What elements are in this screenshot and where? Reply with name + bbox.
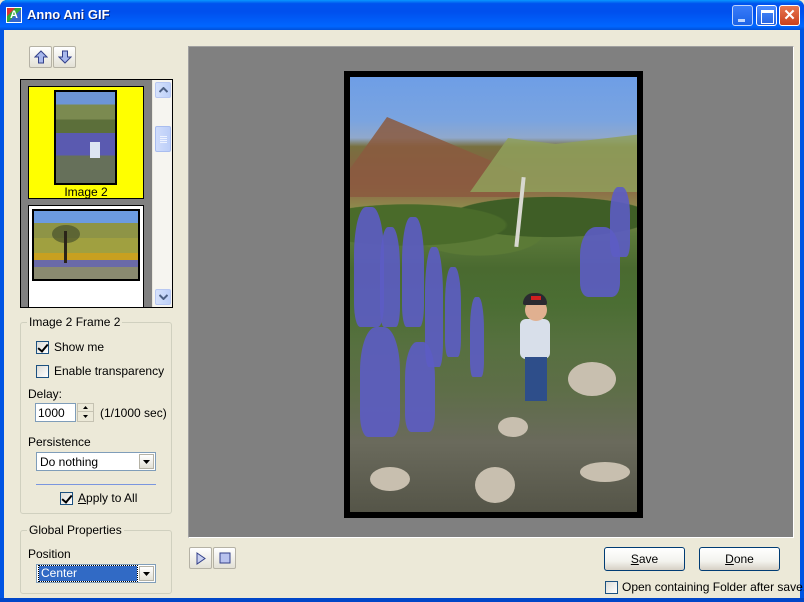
delay-increment-button[interactable] <box>78 404 93 412</box>
arrow-down-icon <box>58 50 72 64</box>
global-group-title: Global Properties <box>27 523 124 537</box>
frame-thumbnail-list[interactable]: Image 2 <box>20 79 173 308</box>
spin-down-icon <box>83 415 88 418</box>
global-properties-group: Global Properties <box>20 523 172 594</box>
delay-decrement-button[interactable] <box>78 413 93 421</box>
delay-unit-label: (1/1000 sec) <box>100 406 167 420</box>
dropdown-arrow-icon <box>143 460 150 464</box>
move-frame-down-button[interactable] <box>53 46 76 68</box>
persistence-value: Do nothing <box>40 455 99 469</box>
position-select[interactable]: Center <box>36 564 156 583</box>
dropdown-arrow-icon <box>143 572 150 576</box>
enable-transparency-label[interactable]: Enable transparency <box>54 364 164 378</box>
thumbnail-scrollbar[interactable] <box>152 80 172 307</box>
close-icon: ✕ <box>783 7 796 24</box>
chevron-up-icon <box>159 87 168 93</box>
app-icon[interactable]: A <box>6 7 22 23</box>
preview-image <box>350 77 637 512</box>
play-button[interactable] <box>189 547 212 569</box>
position-label: Position <box>28 547 71 561</box>
enable-transparency-checkbox[interactable] <box>36 365 49 378</box>
apply-to-all-checkbox[interactable] <box>60 492 73 505</box>
stop-icon <box>219 552 231 564</box>
frame-group-title: Image 2 Frame 2 <box>27 315 123 329</box>
maximize-button[interactable] <box>756 5 777 26</box>
open-folder-checkbox[interactable] <box>605 581 618 594</box>
title-bar[interactable]: A Anno Ani GIF ✕ <box>0 0 804 30</box>
spin-up-icon <box>83 406 88 409</box>
save-button[interactable]: Save <box>604 547 685 571</box>
arrow-up-icon <box>34 50 48 64</box>
persistence-select[interactable]: Do nothing <box>36 452 156 471</box>
separator <box>36 484 156 485</box>
delay-spinner[interactable] <box>77 403 94 422</box>
thumbnail-item-selected[interactable]: Image 2 <box>28 86 144 199</box>
show-me-label[interactable]: Show me <box>54 340 104 354</box>
persistence-dropdown-button[interactable] <box>139 454 154 469</box>
window-border-bottom <box>0 598 804 602</box>
chevron-down-icon <box>159 294 168 300</box>
open-folder-label[interactable]: Open containing Folder after save. <box>622 580 804 594</box>
close-button[interactable]: ✕ <box>779 5 800 26</box>
persistence-label: Persistence <box>28 435 91 449</box>
done-button[interactable]: Done <box>699 547 780 571</box>
position-value: Center <box>38 565 138 582</box>
window-title: Anno Ani GIF <box>27 7 110 22</box>
minimize-button[interactable] <box>732 5 753 26</box>
show-me-checkbox[interactable] <box>36 341 49 354</box>
stop-button[interactable] <box>213 547 236 569</box>
delay-input[interactable]: 1000 <box>35 403 76 422</box>
thumbnail-image <box>54 90 117 185</box>
window-border-right <box>800 30 804 602</box>
move-frame-up-button[interactable] <box>29 46 52 68</box>
position-dropdown-button[interactable] <box>139 566 154 581</box>
scroll-up-button[interactable] <box>155 82 171 98</box>
thumbnail-label: Image 2 <box>64 185 108 199</box>
delay-label: Delay: <box>28 387 63 401</box>
thumbnail-image <box>32 209 140 281</box>
play-icon <box>196 552 206 565</box>
preview-canvas <box>188 46 794 538</box>
preview-image-frame <box>344 71 643 518</box>
scroll-thumb[interactable] <box>155 126 171 152</box>
apply-to-all-label[interactable]: Apply to All <box>78 491 137 505</box>
thumbnail-item[interactable] <box>28 205 144 307</box>
scroll-down-button[interactable] <box>155 289 171 305</box>
